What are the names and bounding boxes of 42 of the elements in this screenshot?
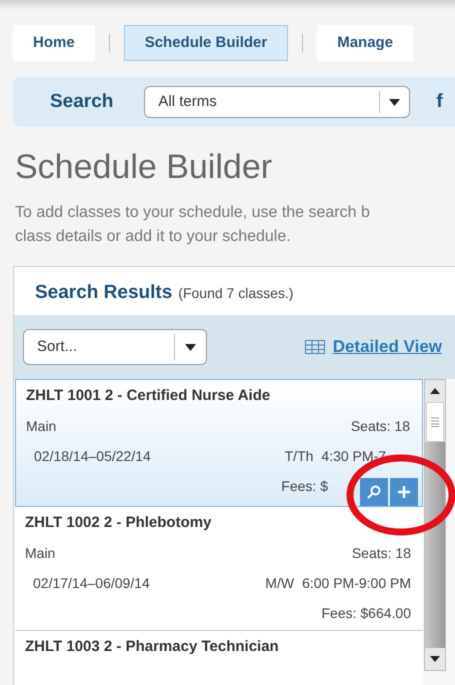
scrollbar[interactable] (424, 379, 446, 671)
class-title: ZHLT 1003 2 - Pharmacy Technician (25, 637, 280, 657)
meeting-days: T/Th (284, 447, 314, 465)
grip-icon (431, 417, 439, 427)
panel-title: Search Results (35, 281, 172, 305)
class-title: ZHLT 1001 2 - Certified Nurse Aide (26, 386, 272, 406)
scroll-down-icon[interactable] (430, 656, 440, 662)
search-label: Search (50, 90, 114, 114)
campus-text: Main (25, 544, 56, 562)
search-label: f (436, 90, 443, 114)
nav-tab[interactable]: Schedule Builder (124, 25, 288, 61)
sort-select[interactable]: Sort... (23, 329, 207, 365)
fees-text: Fees: $664.00 (321, 604, 411, 622)
dropdown-arrow-icon (185, 344, 196, 350)
result-count: (Found 7 classes.) (178, 284, 294, 303)
grid-icon (304, 340, 325, 354)
date-range: 02/18/14–05/22/14 (34, 447, 151, 465)
nav-tab[interactable]: Home (13, 25, 95, 61)
class-title: ZHLT 1002 2 - Phlebotomy (25, 513, 212, 533)
plus-icon (398, 486, 410, 498)
page-title: Schedule Builder (15, 147, 274, 187)
search-button[interactable] (360, 478, 388, 506)
add-button[interactable] (390, 478, 418, 506)
scroll-up-icon[interactable] (430, 388, 440, 394)
seats-text: Seats: 18 (352, 544, 411, 562)
dropdown-arrow-icon (389, 98, 400, 106)
detailed-view-link[interactable]: Detailed View (332, 334, 442, 360)
campus-text: Main (26, 417, 56, 435)
description-text: class details or add it to your schedule. (15, 227, 292, 247)
class-card[interactable]: ZHLT 1002 2 - Phlebotomy Main Seats: 18 02/17/14–06/09/14 M/W 6:00 PM-9:00 PM Fees: $664.00 (15, 507, 423, 631)
description-text: To add classes to your schedule, use the search b (15, 203, 371, 223)
class-card[interactable]: ZHLT 1001 2 - Certified Nurse Aide Main Seats: 18 02/18/14–05/22/14 T/Th 4:30 PM-7 Fees: $ (15, 379, 423, 507)
meeting-days: M/W (265, 574, 294, 592)
class-card[interactable]: ZHLT 1003 2 - Pharmacy Technician (15, 631, 423, 685)
search-icon (367, 485, 381, 499)
meeting-time: 4:30 PM-7 (321, 447, 386, 465)
date-range: 02/17/14–06/09/14 (33, 574, 150, 592)
term-select[interactable]: All terms (144, 86, 410, 118)
fees-text: Fees: $ (281, 477, 328, 495)
seats-text: Seats: 18 (350, 417, 410, 435)
meeting-time: 6:00 PM-9:00 PM (302, 574, 411, 592)
nav-tab[interactable]: Manage (317, 25, 414, 61)
